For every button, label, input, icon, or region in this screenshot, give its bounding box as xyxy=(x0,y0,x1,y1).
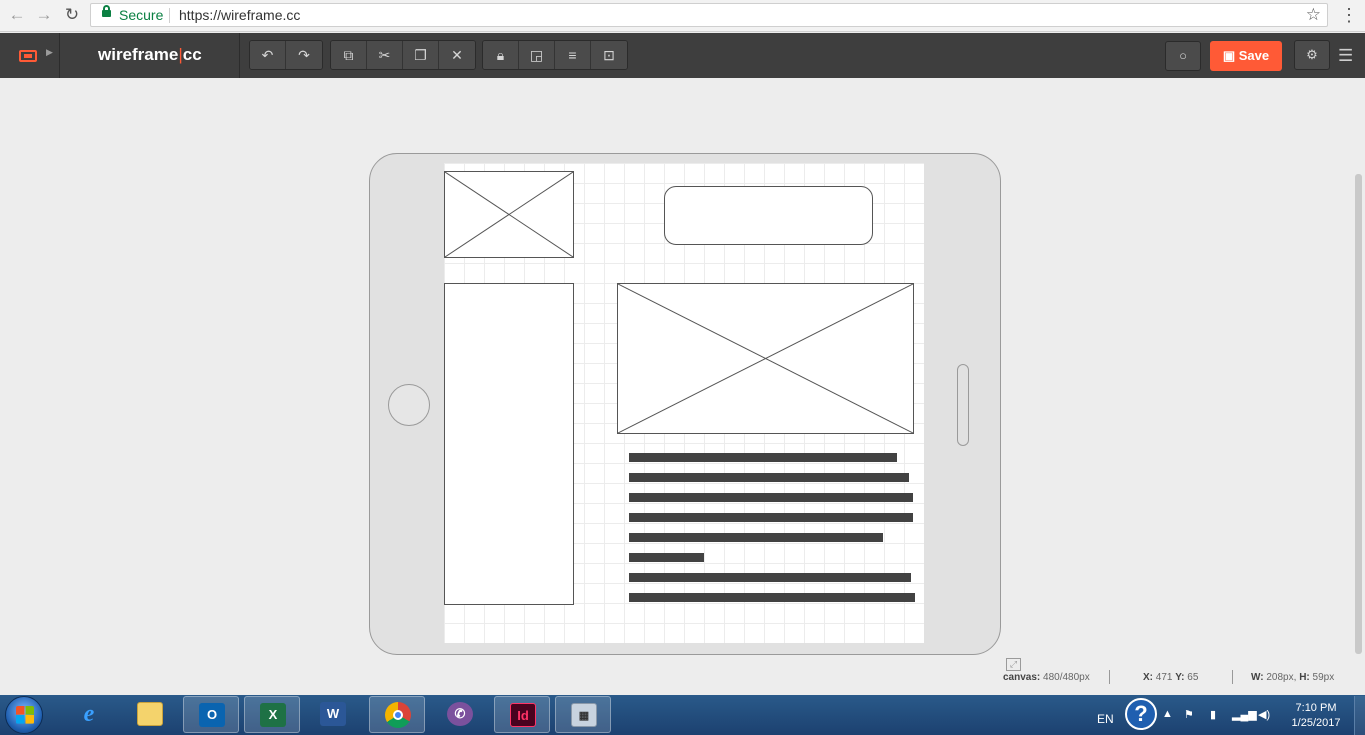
x-value: 471 xyxy=(1155,672,1173,683)
internet-explorer-icon[interactable]: e xyxy=(61,696,117,733)
paste-icon[interactable]: ❐ xyxy=(403,41,439,69)
logo-main: wireframe xyxy=(98,45,179,64)
save-label: Save xyxy=(1238,48,1270,63)
kebab-menu-icon[interactable]: ⋮ xyxy=(1339,4,1359,26)
image-placeholder[interactable] xyxy=(617,283,914,434)
h-value: 59px xyxy=(1312,672,1335,683)
status-divider xyxy=(1109,670,1110,684)
indesign-icon[interactable]: Id xyxy=(494,696,550,733)
secure-label: Secure xyxy=(119,7,164,23)
delete-icon[interactable]: ✕ xyxy=(439,41,475,69)
floppy-icon: ▣ xyxy=(1222,48,1239,63)
y-value: 65 xyxy=(1187,672,1199,683)
wireframe-canvas[interactable] xyxy=(444,163,924,643)
windows-taskbar: e O X W ✆ Id ▦ xyxy=(0,695,1365,735)
canvas-size-status: canvas: 480/480px xyxy=(1003,672,1090,683)
image-placeholder[interactable] xyxy=(444,171,574,258)
resize-canvas-icon[interactable]: ⤢ xyxy=(1006,658,1021,671)
calculator-icon[interactable]: ▦ xyxy=(555,696,611,733)
tablet-frame xyxy=(369,153,1001,655)
back-arrow-icon[interactable]: ← xyxy=(7,5,27,25)
toolbar-divider xyxy=(59,33,60,78)
dimension-status: W: 208px, H: 59px xyxy=(1251,672,1334,683)
toolbar-divider xyxy=(239,33,240,78)
star-icon[interactable]: ☆ xyxy=(1306,5,1321,25)
start-button[interactable] xyxy=(5,696,43,734)
app-toolbar: ▶ wireframe|cc ↶ ↷ ⧉ ✂ ❐ ✕ 🔒︎ ◲ ≡ ⊡ ○ ▣ … xyxy=(0,33,1365,78)
text-line xyxy=(629,473,909,482)
canvas-label: canvas: xyxy=(1003,672,1041,683)
viber-icon[interactable]: ✆ xyxy=(432,696,488,733)
battery-icon[interactable]: ▮ xyxy=(1210,708,1216,721)
workspace xyxy=(0,78,1365,695)
comment-icon[interactable]: ○ xyxy=(1165,41,1201,71)
text-line xyxy=(629,493,913,502)
status-divider xyxy=(1232,670,1233,684)
vertical-scrollbar[interactable] xyxy=(1355,174,1362,654)
show-hidden-icons-icon[interactable]: ▲ xyxy=(1162,708,1173,720)
app-logo: wireframe|cc xyxy=(98,45,202,65)
system-clock[interactable]: 7:10 PM 1/25/2017 xyxy=(1284,701,1348,731)
cut-icon[interactable]: ✂ xyxy=(367,41,403,69)
address-bar[interactable]: Secure https://wireframe.cc ☆ xyxy=(90,3,1328,27)
lock-icon xyxy=(102,5,111,17)
text-line xyxy=(629,533,883,542)
logo-cc: cc xyxy=(182,45,202,64)
duplicate-icon[interactable]: ⧉ xyxy=(331,41,367,69)
address-divider xyxy=(169,8,170,23)
text-line xyxy=(629,453,897,462)
app-menu-icon[interactable] xyxy=(19,50,37,62)
group-icon[interactable]: ⊡ xyxy=(591,41,627,69)
h-label: H: xyxy=(1299,672,1310,683)
action-center-flag-icon[interactable]: ⚑ xyxy=(1184,708,1194,721)
clock-time: 7:10 PM xyxy=(1295,702,1337,714)
forward-arrow-icon[interactable]: → xyxy=(34,5,54,25)
y-label: Y: xyxy=(1175,672,1185,683)
outlook-icon[interactable]: O xyxy=(183,696,239,733)
tablet-home-button xyxy=(388,384,430,426)
tablet-side-button xyxy=(957,364,969,446)
align-icon[interactable]: ≡ xyxy=(555,41,591,69)
x-label: X: xyxy=(1143,672,1153,683)
file-explorer-icon[interactable] xyxy=(122,696,178,733)
wireframe-button[interactable] xyxy=(664,186,873,245)
canvas-value: 480/480px xyxy=(1043,672,1090,683)
clock-date: 1/25/2017 xyxy=(1291,717,1341,729)
history-group: ↶ ↷ xyxy=(249,40,323,70)
help-icon[interactable]: ? xyxy=(1125,698,1157,730)
text-line xyxy=(629,573,911,582)
windows-logo-icon xyxy=(16,706,34,724)
url-text[interactable]: https://wireframe.cc xyxy=(179,7,300,23)
language-indicator[interactable]: EN xyxy=(1097,712,1114,726)
reload-icon[interactable]: ↻ xyxy=(62,5,82,25)
word-icon[interactable]: W xyxy=(305,696,361,733)
w-label: W: xyxy=(1251,672,1264,683)
arrange-group: 🔒︎ ◲ ≡ ⊡ xyxy=(482,40,628,70)
hamburger-icon[interactable]: ☰ xyxy=(1338,46,1353,66)
text-line xyxy=(629,553,704,562)
excel-icon[interactable]: X xyxy=(244,696,300,733)
text-line xyxy=(629,593,915,602)
show-desktop-button[interactable] xyxy=(1354,696,1365,735)
position-status: X: 471 Y: 65 xyxy=(1143,672,1198,683)
wireframe-box[interactable] xyxy=(444,283,574,605)
undo-icon[interactable]: ↶ xyxy=(250,41,286,69)
settings-icon[interactable]: ⚙ xyxy=(1294,40,1330,70)
caret-right-icon[interactable]: ▶ xyxy=(46,47,53,58)
edit-group: ⧉ ✂ ❐ ✕ xyxy=(330,40,476,70)
volume-icon[interactable]: ◀) xyxy=(1258,708,1270,721)
network-signal-icon[interactable]: ▂▄▆ xyxy=(1232,708,1257,721)
layer-icon[interactable]: ◲ xyxy=(519,41,555,69)
w-value: 208px, xyxy=(1266,672,1297,683)
lock-icon[interactable]: 🔒︎ xyxy=(483,41,519,69)
save-button[interactable]: ▣ Save xyxy=(1210,41,1282,71)
chrome-icon[interactable] xyxy=(369,696,425,733)
browser-toolbar: ← → ↻ Secure https://wireframe.cc ☆ ⋮ xyxy=(0,0,1365,32)
redo-icon[interactable]: ↷ xyxy=(286,41,322,69)
text-line xyxy=(629,513,913,522)
